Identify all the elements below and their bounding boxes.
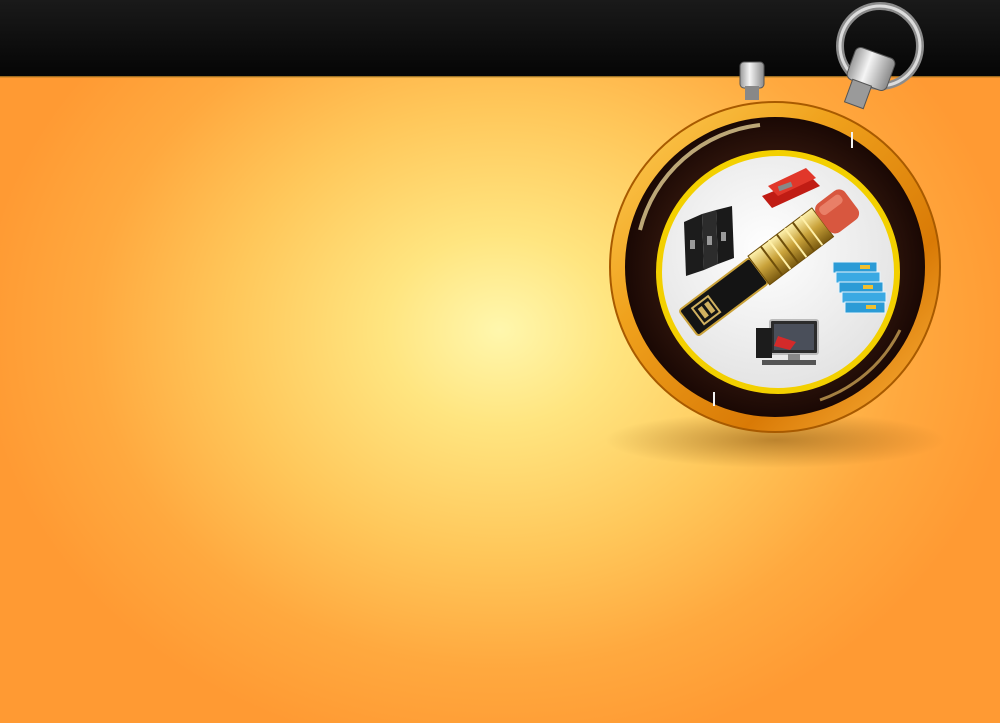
stopwatch-pusher-icon bbox=[739, 61, 765, 100]
stopwatch-crown-icon bbox=[836, 2, 924, 110]
page-background bbox=[0, 0, 1000, 723]
stopwatch-illustration bbox=[605, 2, 945, 468]
